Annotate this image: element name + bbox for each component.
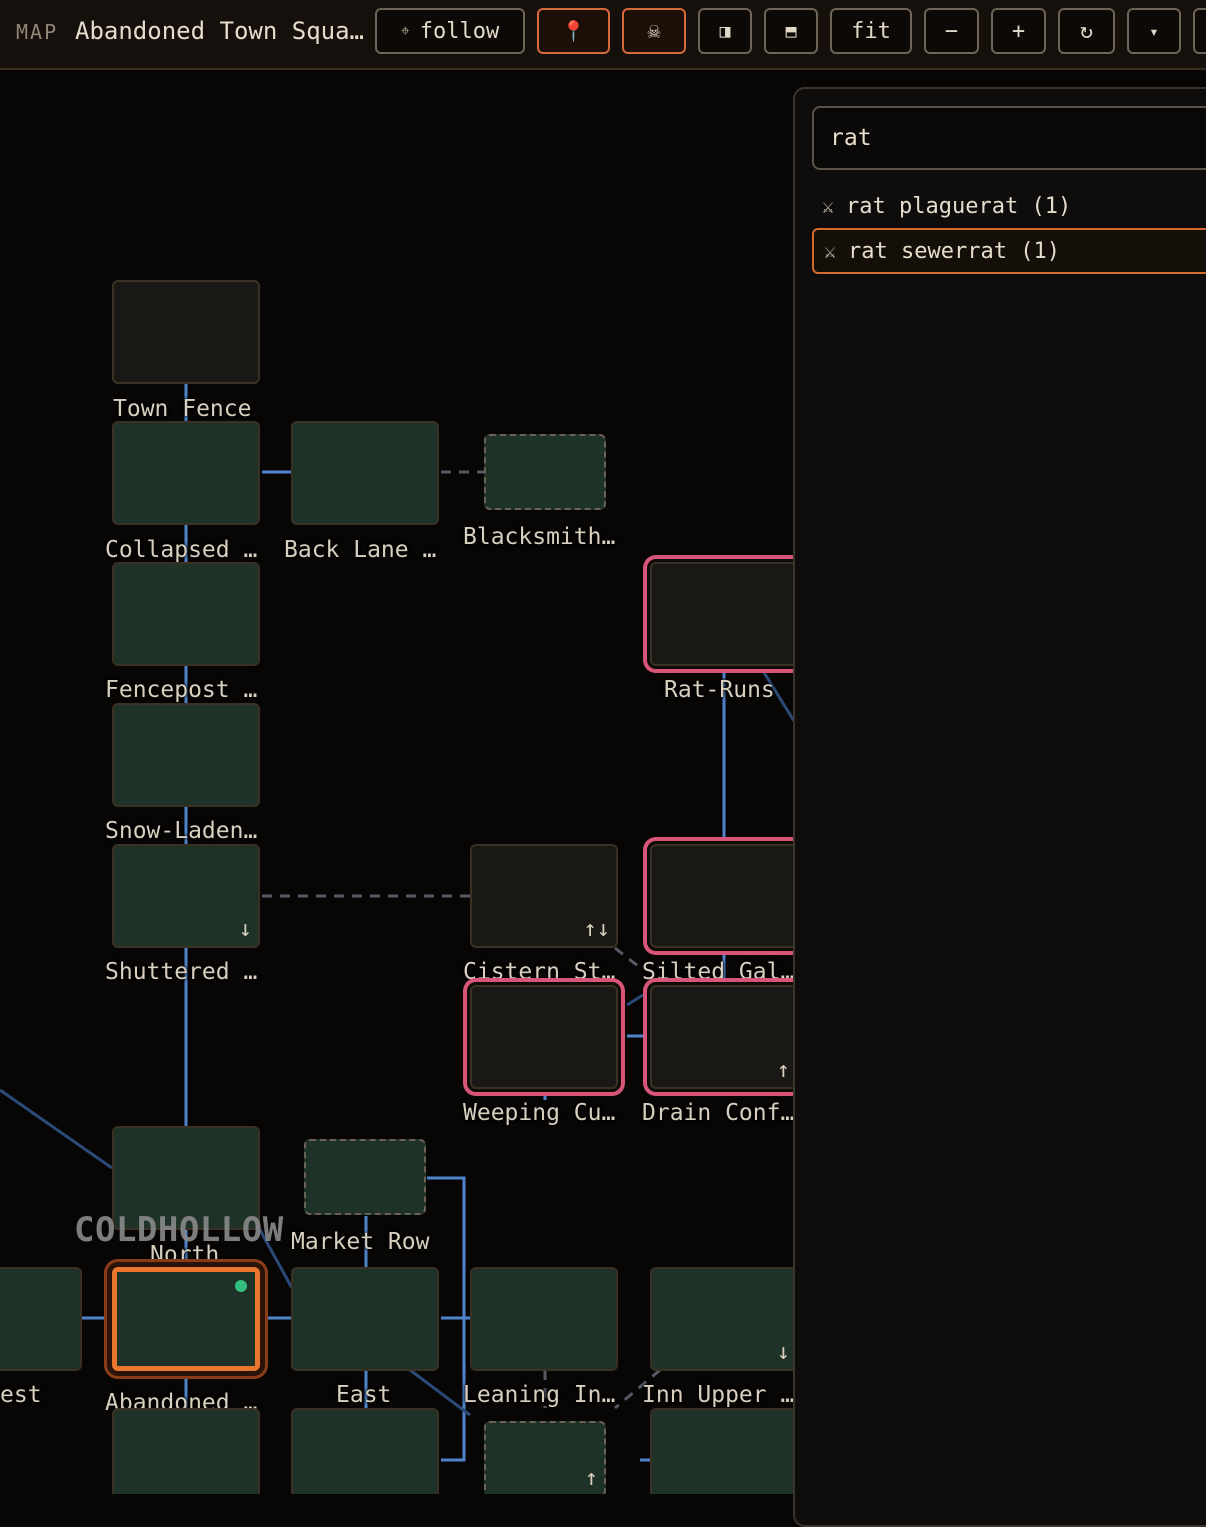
map-room-fencepost[interactable] — [112, 562, 260, 666]
map-room-blacksmith[interactable] — [484, 434, 606, 510]
chevron-down-icon: ▾ — [1149, 21, 1159, 41]
search-panel: ⚔ rat plaguerat (1) ⚔ rat sewerrat (1) — [793, 87, 1206, 1527]
bottom-panel-button[interactable]: ⬒ — [764, 8, 818, 54]
map-room-bottom-d[interactable] — [650, 1408, 798, 1494]
follow-button[interactable]: ⌖ follow — [375, 8, 525, 54]
more-button[interactable] — [1193, 8, 1206, 54]
search-result-item[interactable]: ⚔ rat plaguerat (1) — [812, 183, 1206, 229]
edge — [614, 1368, 661, 1410]
plus-icon: + — [1011, 18, 1026, 44]
map-tag: MAP — [16, 20, 59, 44]
minus-icon: − — [944, 18, 959, 44]
edge — [626, 993, 644, 1007]
search-result-label: rat plaguerat (1) — [846, 193, 1072, 219]
crosshair-icon: ⌖ — [400, 21, 410, 40]
exit-arrow-icon: ↑ — [776, 1058, 790, 1083]
map-room-bottom-a[interactable] — [112, 1408, 260, 1494]
map-room-back-lane[interactable] — [291, 421, 439, 525]
map-room-leaning[interactable] — [470, 1267, 618, 1371]
map-room-shuttered[interactable]: ↓ — [112, 844, 260, 948]
map-room-bottom-b[interactable] — [291, 1408, 439, 1494]
sword-icon: ⚔ — [824, 239, 837, 263]
map-room-inn-upper[interactable]: ↓ — [650, 1267, 798, 1371]
map-title: Abandoned Town Squa… — [75, 17, 364, 45]
skull-icon: ☠ — [647, 18, 661, 44]
map-room-cistern[interactable]: ↑↓ — [470, 844, 618, 948]
exit-arrow-icon: ↓ — [238, 917, 252, 942]
sword-icon: ⚔ — [822, 194, 835, 218]
map-room-snow-laden[interactable] — [112, 703, 260, 807]
search-result-label: rat sewerrat (1) — [848, 238, 1060, 264]
pin-icon: 📍 — [561, 19, 586, 43]
zoom-out-button[interactable]: − — [924, 8, 979, 54]
refresh-icon: ↻ — [1079, 18, 1094, 44]
exit-arrow-icon: ↑↓ — [583, 917, 611, 942]
map-room-silted[interactable] — [650, 844, 798, 948]
exit-arrow-icon: ↑ — [584, 1466, 598, 1491]
map-room-weeping[interactable] — [470, 985, 618, 1089]
map-room-east[interactable] — [291, 1267, 439, 1371]
map-room-town-fence-top[interactable] — [112, 280, 260, 384]
edge — [614, 946, 644, 972]
search-result-item-selected[interactable]: ⚔ rat sewerrat (1) — [812, 228, 1206, 274]
follow-label: follow — [419, 18, 500, 44]
map-room-collapsed-a[interactable] — [112, 421, 260, 525]
fit-button[interactable]: fit — [830, 8, 912, 54]
map-toolbar: MAP Abandoned Town Squa… ⌖ follow 📍 ☠ ◨ … — [0, 0, 1206, 70]
menu-dropdown-button[interactable]: ▾ — [1127, 8, 1181, 54]
side-panel-icon: ◨ — [719, 20, 731, 42]
search-input[interactable] — [812, 106, 1206, 170]
area-label: COLDHOLLOW — [74, 1210, 284, 1250]
bottom-panel-icon: ⬒ — [785, 20, 797, 42]
map-room-rat-runs[interactable] — [650, 562, 798, 666]
zoom-in-button[interactable]: + — [991, 8, 1046, 54]
map-room-bottom-c[interactable]: ↑ — [484, 1421, 606, 1494]
pin-button[interactable]: 📍 — [537, 8, 610, 54]
refresh-button[interactable]: ↻ — [1058, 8, 1115, 54]
map-room-west[interactable] — [0, 1267, 82, 1371]
exit-arrow-icon: ↓ — [776, 1340, 790, 1365]
mobs-toggle-button[interactable]: ☠ — [622, 8, 686, 54]
map-room-drain[interactable]: ↑ — [650, 985, 798, 1089]
edge — [0, 1088, 113, 1170]
side-panel-button[interactable]: ◨ — [698, 8, 752, 54]
map-room-market-row[interactable] — [304, 1139, 426, 1215]
fit-label: fit — [851, 18, 891, 44]
map-room-abandoned[interactable] — [112, 1267, 260, 1371]
player-position-icon — [235, 1280, 247, 1292]
